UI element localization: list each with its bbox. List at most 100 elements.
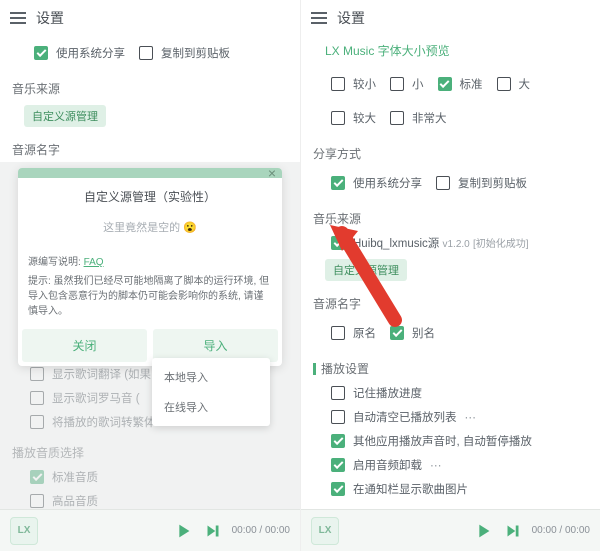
option-label: 较小	[353, 76, 376, 92]
radio-row[interactable]: 别名	[390, 321, 435, 345]
lx-badge[interactable]: LX	[311, 517, 339, 545]
option-label: 原名	[353, 325, 376, 341]
source-item-row[interactable]: Huibq_lxmusic源 v1.2.0 [初始化成功]	[313, 231, 588, 255]
close-button[interactable]: 关闭	[22, 329, 147, 362]
checkbox-icon	[331, 176, 345, 190]
import-local-item[interactable]: 本地导入	[152, 362, 270, 392]
lx-badge[interactable]: LX	[10, 517, 38, 545]
checkbox-row[interactable]: 其他应用播放声音时, 自动暂停播放	[313, 429, 588, 453]
play-icon[interactable]	[472, 520, 494, 542]
checkbox-icon	[390, 111, 404, 125]
option-label: 较大	[353, 110, 376, 126]
right-pane: 设置 LX Music 字体大小预览 较小 小 标准 大 较大 非常大 分享方式…	[300, 0, 600, 551]
section-share: 分享方式	[313, 135, 588, 166]
checkbox-icon	[331, 111, 345, 125]
radio-row[interactable]: 小	[390, 72, 424, 96]
custom-source-chip[interactable]: 自定义源管理	[24, 105, 106, 127]
radio-row[interactable]: 标准	[438, 72, 483, 96]
custom-source-chip[interactable]: 自定义源管理	[325, 259, 407, 281]
modal-desc-prefix: 源编写说明:	[28, 257, 84, 268]
checkbox-row[interactable]: 记住播放进度	[313, 381, 588, 405]
section-play-settings: 播放设置	[313, 350, 588, 381]
checkbox-row[interactable]: 复制到剪贴板	[436, 171, 527, 195]
checkbox-icon	[497, 77, 511, 91]
next-icon[interactable]	[502, 520, 524, 542]
radio-row[interactable]: 原名	[331, 321, 376, 345]
checkbox-icon	[436, 176, 450, 190]
close-icon[interactable]: ×	[268, 166, 276, 180]
topbar: 设置	[0, 0, 300, 36]
left-pane: 设置 使用系统分享 复制到剪贴板 音乐来源 自定义源管理 音源名字 显示歌词翻译…	[0, 0, 300, 551]
checkbox-icon	[331, 410, 345, 424]
play-icon[interactable]	[172, 520, 194, 542]
topbar: 设置	[301, 0, 600, 36]
checkbox-row[interactable]: 在通知栏显示歌曲图片	[313, 477, 588, 501]
checkbox-label: 在通知栏显示歌曲图片	[353, 481, 468, 497]
checkbox-label: 使用系统分享	[56, 45, 125, 61]
page-title: 设置	[337, 8, 365, 28]
time-text: 00:00 / 00:00	[232, 525, 290, 536]
checkbox-icon	[331, 77, 345, 91]
source-name: Huibq_lxmusic源	[353, 238, 439, 250]
option-label: 非常大	[412, 110, 447, 126]
time-text: 00:00 / 00:00	[532, 525, 590, 536]
page-title: 设置	[36, 8, 64, 28]
radio-row[interactable]: 非常大	[390, 106, 447, 130]
checkbox-icon	[331, 458, 345, 472]
checkbox-label: 记住播放进度	[353, 385, 422, 401]
import-online-item[interactable]: 在线导入	[152, 392, 270, 422]
checkbox-icon	[438, 77, 452, 91]
checkbox-icon	[390, 326, 404, 340]
checkbox-label: 其他应用播放声音时, 自动暂停播放	[353, 433, 532, 449]
section-music-source: 音乐来源	[12, 70, 288, 101]
checkbox-label: 复制到剪贴板	[458, 175, 527, 191]
custom-source-modal: × 自定义源管理（实验性） 这里竟然是空的 😮 源编写说明: FAQ 提示: 虽…	[18, 168, 282, 366]
checkbox-label: 复制到剪贴板	[161, 45, 230, 61]
checkbox-icon	[331, 326, 345, 340]
checkbox-row[interactable]: 自动清空已播放列表 ⋯	[313, 405, 588, 429]
checkbox-row[interactable]: 复制到剪贴板	[139, 41, 230, 65]
player-bar: LX 00:00 / 00:00	[0, 509, 300, 551]
section-source-name: 音源名字	[313, 285, 588, 316]
player-bar: LX 00:00 / 00:00	[301, 509, 600, 551]
modal-desc: 源编写说明: FAQ	[18, 251, 282, 270]
checkbox-icon	[390, 77, 404, 91]
source-status: [初始化成功]	[473, 239, 529, 250]
next-icon[interactable]	[202, 520, 224, 542]
checkbox-row[interactable]: 使用系统分享	[331, 171, 422, 195]
font-preview-link[interactable]: LX Music 字体大小预览	[313, 36, 588, 67]
option-label: 别名	[412, 325, 435, 341]
modal-hint: 提示: 虽然我们已经尽可能地隔离了脚本的运行环境, 但导入包含恶意行为的脚本仍可…	[18, 270, 282, 329]
menu-icon[interactable]	[10, 12, 26, 24]
import-dropdown: 本地导入 在线导入	[152, 358, 270, 426]
option-label: 标准	[460, 76, 483, 92]
source-version: v1.2.0	[442, 239, 469, 250]
checkbox-label: 自动清空已播放列表	[353, 409, 457, 425]
more-icon[interactable]: ⋯	[465, 410, 477, 424]
option-label: 大	[519, 76, 531, 92]
more-icon[interactable]: ⋯	[430, 458, 442, 472]
checkbox-icon	[331, 386, 345, 400]
checkbox-icon	[34, 46, 48, 60]
checkbox-label: 启用音频卸载	[353, 457, 422, 473]
faq-link[interactable]: FAQ	[84, 257, 104, 268]
option-label: 小	[412, 76, 424, 92]
menu-icon[interactable]	[311, 12, 327, 24]
checkbox-row[interactable]: 使用系统分享	[34, 41, 125, 65]
radio-row[interactable]: 较小	[331, 72, 376, 96]
modal-head: ×	[18, 168, 282, 178]
checkbox-icon	[331, 482, 345, 496]
checkbox-icon	[139, 46, 153, 60]
modal-title: 自定义源管理（实验性）	[18, 178, 282, 211]
checkbox-label: 使用系统分享	[353, 175, 422, 191]
radio-row[interactable]: 大	[497, 72, 531, 96]
checkbox-icon	[331, 434, 345, 448]
checkbox-icon	[331, 236, 345, 250]
source-item-label: Huibq_lxmusic源 v1.2.0 [初始化成功]	[353, 235, 529, 251]
section-source-name: 音源名字	[12, 131, 288, 162]
section-music-source: 音乐来源	[313, 200, 588, 231]
modal-empty-msg: 这里竟然是空的 😮	[18, 211, 282, 251]
scroll-area: LX Music 字体大小预览 较小 小 标准 大 较大 非常大 分享方式 使用…	[301, 36, 600, 551]
checkbox-row[interactable]: 启用音频卸载 ⋯	[313, 453, 588, 477]
radio-row[interactable]: 较大	[331, 106, 376, 130]
